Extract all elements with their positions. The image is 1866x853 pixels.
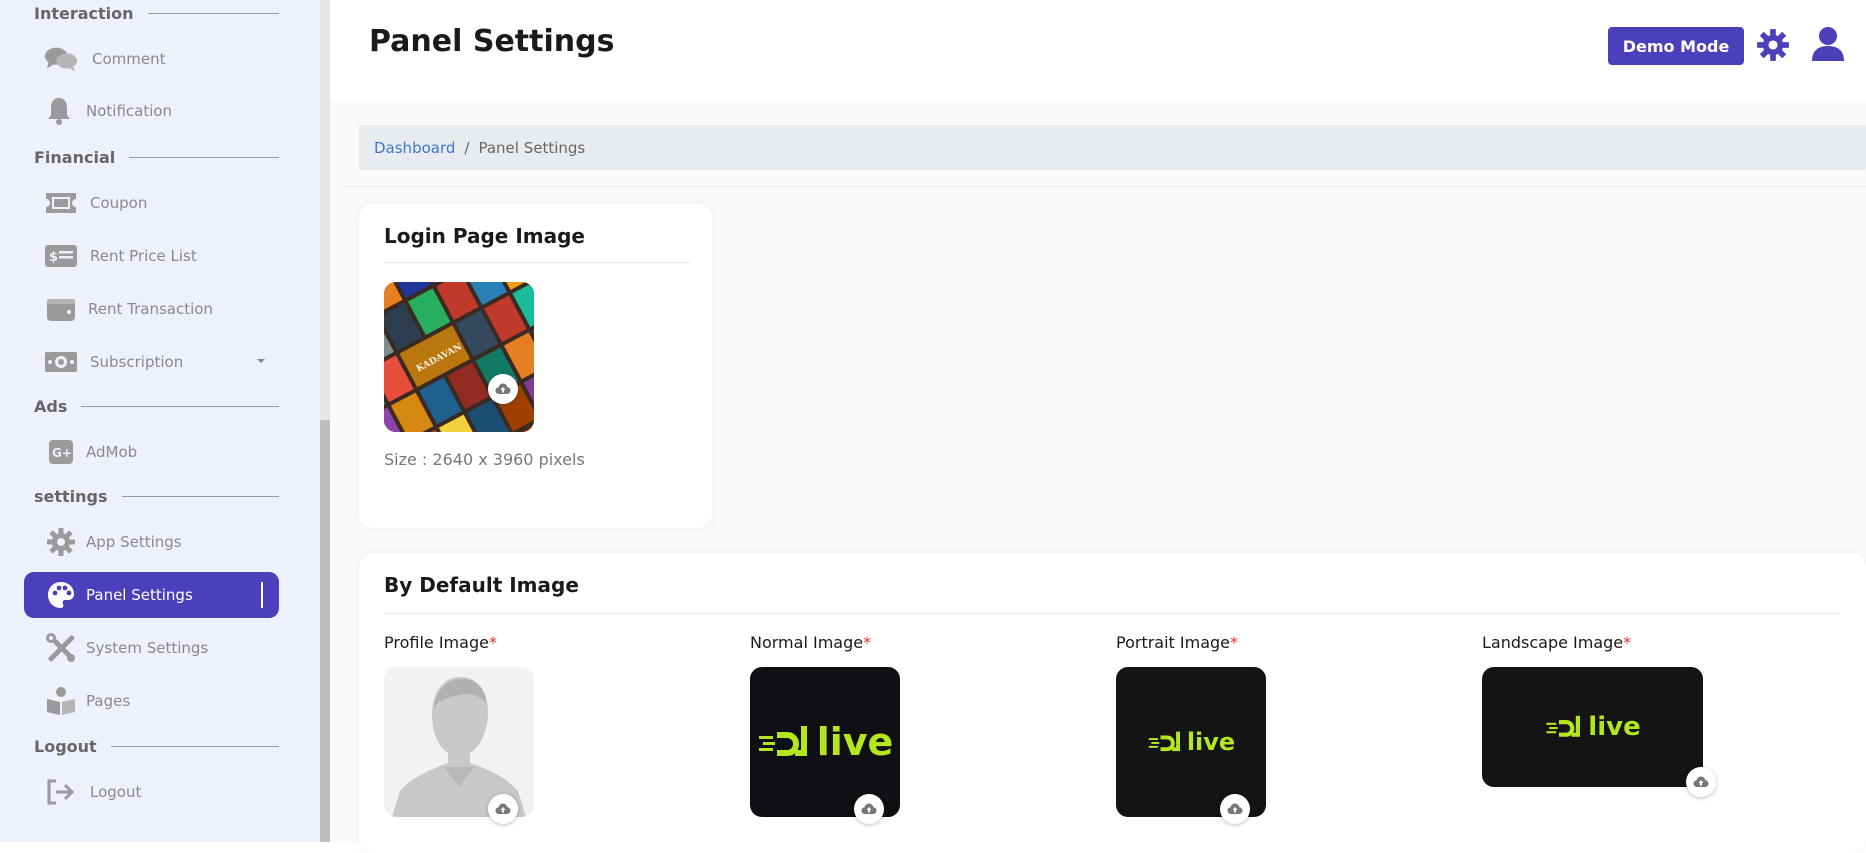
sidebar-item-coupon[interactable]: Coupon (24, 180, 279, 226)
breadcrumb-dashboard-link[interactable]: Dashboard (374, 139, 455, 157)
sidebar-item-label: Subscription (90, 353, 184, 371)
sidebar-scrollbar-thumb[interactable] (320, 420, 330, 842)
upload-cloud-icon[interactable] (488, 794, 518, 824)
dtlive-logo: live (1544, 712, 1641, 742)
comments-icon (44, 44, 78, 74)
section-ads: Ads (34, 395, 279, 417)
card-divider (384, 613, 1840, 614)
card-divider (384, 262, 690, 263)
landscape-image-label: Landscape Image* (1482, 633, 1632, 652)
chevron-down-icon (257, 359, 265, 363)
breadcrumb: Dashboard / Panel Settings (359, 125, 1866, 170)
wallet-icon (44, 294, 78, 324)
sidebar-item-label: Panel Settings (86, 586, 193, 604)
default-image-card: By Default Image Profile Image* Normal I… (359, 553, 1866, 853)
svg-text:$: $ (49, 250, 58, 265)
sidebar-item-rent-transaction[interactable]: Rent Transaction (24, 286, 279, 332)
sidebar-item-panel-settings[interactable]: Panel Settings (24, 572, 279, 618)
login-page-image-card: Login Page Image KADAVAN Size : 2640 x 3… (359, 204, 712, 528)
sidebar-item-rent-price-list[interactable]: $ Rent Price List (24, 233, 279, 279)
landscape-image-preview: live (1482, 667, 1703, 787)
demo-mode-button[interactable]: Demo Mode (1608, 27, 1744, 65)
normal-image-label: Normal Image* (750, 633, 872, 652)
sidebar-item-system-settings[interactable]: System Settings (24, 625, 279, 671)
section-financial: Financial (34, 146, 279, 168)
section-settings: settings (34, 485, 279, 507)
active-indicator (261, 582, 263, 608)
portrait-image-label: Portrait Image* (1116, 633, 1239, 652)
money-bill-icon (44, 347, 78, 377)
sign-out-icon (44, 777, 78, 807)
gear-icon (44, 527, 78, 557)
sidebar-item-subscription[interactable]: Subscription (24, 339, 279, 385)
sidebar-item-pages[interactable]: Pages (24, 678, 279, 724)
image-size-text: Size : 2640 x 3960 pixels (384, 450, 585, 469)
sidebar-item-app-settings[interactable]: App Settings (24, 519, 279, 565)
price-list-icon: $ (44, 241, 78, 271)
card-title: Login Page Image (384, 224, 585, 248)
divider (342, 186, 1866, 187)
sidebar-item-label: Logout (90, 783, 142, 801)
sidebar-item-label: Rent Price List (90, 247, 197, 265)
dtlive-logo: live (1147, 728, 1235, 756)
portrait-image-preview: live (1116, 667, 1266, 817)
profile-image-preview (384, 667, 534, 817)
palette-icon (44, 580, 78, 610)
ticket-icon (44, 188, 78, 218)
sidebar-scrollbar[interactable] (320, 0, 330, 842)
topbar: Panel Settings Demo Mode (330, 0, 1866, 100)
sidebar-item-label: Coupon (90, 194, 148, 212)
google-plus-icon: G+ (44, 437, 78, 467)
user-icon[interactable] (1810, 26, 1846, 62)
sidebar-item-label: Rent Transaction (88, 300, 213, 318)
sidebar-item-label: Pages (86, 692, 131, 710)
sidebar-item-label: Notification (86, 102, 173, 120)
settings-gear-icon[interactable] (1756, 28, 1790, 62)
book-reader-icon (44, 686, 78, 716)
sidebar-item-logout[interactable]: Logout (24, 769, 279, 815)
upload-cloud-icon[interactable] (1686, 767, 1716, 797)
tools-icon (44, 633, 78, 663)
profile-image-label: Profile Image* (384, 633, 497, 652)
svg-text:G+: G+ (52, 446, 72, 460)
card-title: By Default Image (384, 573, 579, 597)
sidebar-item-notification[interactable]: Notification (24, 88, 279, 134)
breadcrumb-current: Panel Settings (478, 138, 586, 157)
sidebar-item-label: AdMob (86, 443, 138, 461)
upload-cloud-icon[interactable] (488, 374, 518, 404)
normal-image-preview: live (750, 667, 900, 817)
page-title: Panel Settings (369, 24, 615, 59)
sidebar-item-label: App Settings (86, 533, 182, 551)
sidebar-item-label: System Settings (86, 639, 209, 657)
section-logout: Logout (34, 735, 279, 757)
upload-cloud-icon[interactable] (854, 794, 884, 824)
breadcrumb-separator: / (464, 138, 470, 157)
person-silhouette-icon (392, 677, 526, 817)
main-content: Panel Settings Demo Mode Dashboard / Pan… (330, 0, 1866, 853)
bell-icon (42, 96, 76, 126)
upload-cloud-icon[interactable] (1220, 794, 1250, 824)
section-interaction: Interaction (34, 2, 279, 24)
sidebar-item-admob[interactable]: G+ AdMob (24, 429, 279, 475)
sidebar-item-comment[interactable]: Comment (24, 36, 279, 82)
login-image-preview: KADAVAN (384, 282, 534, 432)
sidebar-item-label: Comment (92, 50, 166, 68)
sidebar: Interaction Comment Notification Financi… (0, 0, 330, 842)
dtlive-logo: live (757, 720, 893, 764)
